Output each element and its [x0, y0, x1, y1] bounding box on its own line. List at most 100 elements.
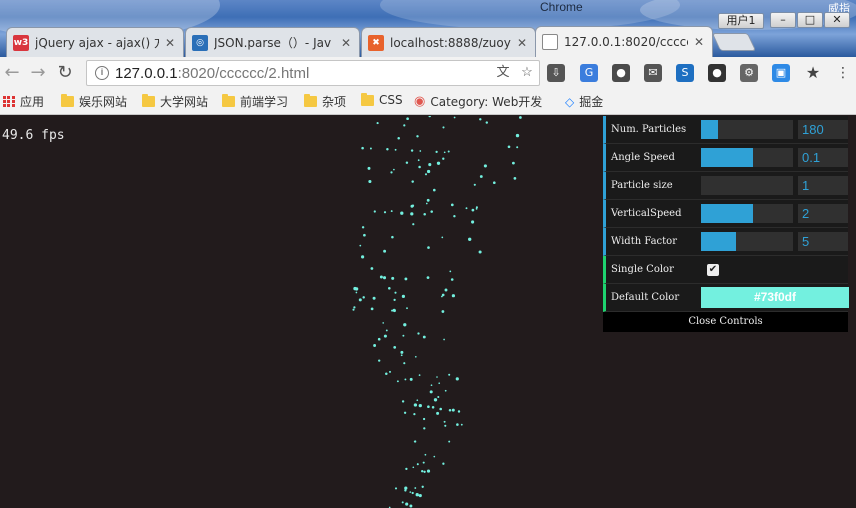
maximize-button[interactable]: □: [797, 12, 823, 28]
particle: [409, 377, 413, 381]
default-color-picker[interactable]: #73f0df: [701, 287, 849, 308]
particle: [413, 403, 418, 407]
particle: [468, 237, 472, 241]
particle: [400, 350, 404, 354]
menu-icon[interactable]: ⋮: [834, 64, 852, 82]
particle: [439, 407, 443, 411]
particle: [433, 455, 436, 458]
particle: [426, 276, 430, 279]
mail-extension-icon[interactable]: ✉: [644, 64, 662, 82]
bookmark-apps[interactable]: 应用: [3, 93, 44, 110]
angle-speed-slider[interactable]: [701, 148, 793, 167]
window-title: Chrome: [540, 0, 583, 14]
info-icon[interactable]: i: [95, 66, 109, 80]
particle: [451, 408, 455, 412]
particle: [479, 118, 482, 121]
particle: [478, 250, 482, 254]
back-arrow-icon[interactable]: ←: [2, 63, 22, 83]
bookmark-folder-university[interactable]: 大学网站: [142, 93, 208, 110]
vertical-speed-input[interactable]: 2: [798, 204, 848, 223]
particle: [362, 296, 365, 299]
star-extension-icon[interactable]: ★: [804, 64, 822, 82]
close-icon[interactable]: ✕: [517, 36, 529, 50]
particle-field: [352, 116, 522, 508]
close-controls-button[interactable]: Close Controls: [603, 312, 848, 332]
particle: [403, 411, 407, 414]
particle: [465, 207, 468, 210]
evernote-extension-icon[interactable]: ●: [612, 64, 630, 82]
control-label: Width Factor: [611, 236, 677, 247]
particle: [424, 173, 428, 176]
particle: [393, 298, 396, 302]
bookmark-juejin[interactable]: ◇ 掘金: [565, 93, 603, 110]
control-num-particles[interactable]: Num. Particles 180: [603, 116, 848, 144]
single-color-checkbox[interactable]: ✔: [707, 263, 719, 276]
particle: [390, 210, 393, 213]
close-icon[interactable]: ✕: [341, 36, 353, 50]
control-particle-size[interactable]: Particle size 1: [603, 172, 848, 200]
control-default-color[interactable]: Default Color #73f0df: [603, 284, 849, 312]
control-label: Num. Particles: [611, 124, 687, 135]
particle: [428, 116, 431, 118]
particle: [426, 169, 431, 174]
particle-size-slider[interactable]: [701, 176, 793, 195]
particle-size-input[interactable]: 1: [798, 176, 848, 195]
translate-icon[interactable]: 文: [495, 64, 511, 80]
particle: [369, 147, 372, 150]
forward-arrow-icon[interactable]: →: [28, 63, 48, 83]
control-width-factor[interactable]: Width Factor 5: [603, 228, 848, 256]
particle: [427, 405, 430, 409]
num-particles-slider[interactable]: [701, 120, 793, 139]
close-icon[interactable]: ✕: [694, 35, 706, 49]
fps-counter: 49.6 fps: [2, 128, 65, 143]
control-single-color[interactable]: Single Color ✔: [603, 256, 848, 284]
read-extension-icon[interactable]: ▣: [772, 64, 790, 82]
bookmark-category-web[interactable]: ◉ Category: Web开发: [414, 93, 542, 110]
profile-button[interactable]: 用户1: [718, 13, 764, 29]
particle: [442, 126, 445, 129]
particle: [393, 346, 397, 349]
close-window-button[interactable]: ✕: [824, 12, 850, 28]
mask-extension-icon[interactable]: ●: [708, 64, 726, 82]
width-factor-slider[interactable]: [701, 232, 793, 251]
s-extension-icon[interactable]: S: [676, 64, 694, 82]
particle: [393, 309, 396, 313]
particle: [352, 308, 355, 311]
minimize-button[interactable]: –: [770, 12, 796, 28]
folder-icon: [61, 94, 74, 107]
particle: [449, 270, 452, 273]
settings-extension-icon[interactable]: ⚙: [740, 64, 758, 82]
control-vertical-speed[interactable]: VerticalSpeed 2: [603, 200, 848, 228]
page-canvas[interactable]: 49.6 fps Num. Particles 180 Angle Speed …: [0, 116, 856, 508]
particle: [415, 493, 419, 497]
bookmark-folder-entertainment[interactable]: 娱乐网站: [61, 93, 127, 110]
tab-json-parse[interactable]: ◎ JSON.parse（）- Jav ✕: [185, 27, 360, 57]
bookmark-folder-css[interactable]: CSS: [361, 92, 403, 107]
google-translate-extension-icon[interactable]: G: [580, 64, 598, 82]
new-tab-button[interactable]: [711, 33, 757, 51]
tab-jquery-ajax[interactable]: w3 jQuery ajax - ajax() 方 ✕: [6, 27, 184, 57]
vertical-speed-slider[interactable]: [701, 204, 793, 223]
particle: [385, 372, 388, 375]
angle-speed-input[interactable]: 0.1: [798, 148, 848, 167]
particle: [418, 403, 422, 408]
particle: [443, 151, 446, 154]
bookmark-label: 前端学习: [240, 95, 289, 109]
star-bookmark-icon[interactable]: ☆: [519, 64, 535, 80]
tab-current-page[interactable]: 127.0.0.1:8020/ccccc ✕: [535, 26, 713, 57]
address-bar[interactable]: i 127.0.0.1 :8020/cccccc/2.html 文 ☆: [86, 60, 540, 86]
particle: [448, 440, 451, 443]
num-particles-input[interactable]: 180: [798, 120, 848, 139]
width-factor-input[interactable]: 5: [798, 232, 848, 251]
control-angle-speed[interactable]: Angle Speed 0.1: [603, 144, 848, 172]
bookmark-folder-misc[interactable]: 杂项: [304, 93, 346, 110]
close-icon[interactable]: ✕: [165, 36, 177, 50]
control-label: Default Color: [611, 292, 680, 303]
particle: [427, 246, 430, 249]
tab-localhost[interactable]: ✖ localhost:8888/zuoy ✕: [361, 27, 536, 57]
download-extension-icon[interactable]: ⇩: [547, 64, 565, 82]
tab-label: 127.0.0.1:8020/ccccc: [564, 35, 688, 49]
particle: [414, 355, 417, 358]
reload-icon[interactable]: ↻: [55, 63, 75, 83]
bookmark-folder-frontend[interactable]: 前端学习: [222, 93, 288, 110]
